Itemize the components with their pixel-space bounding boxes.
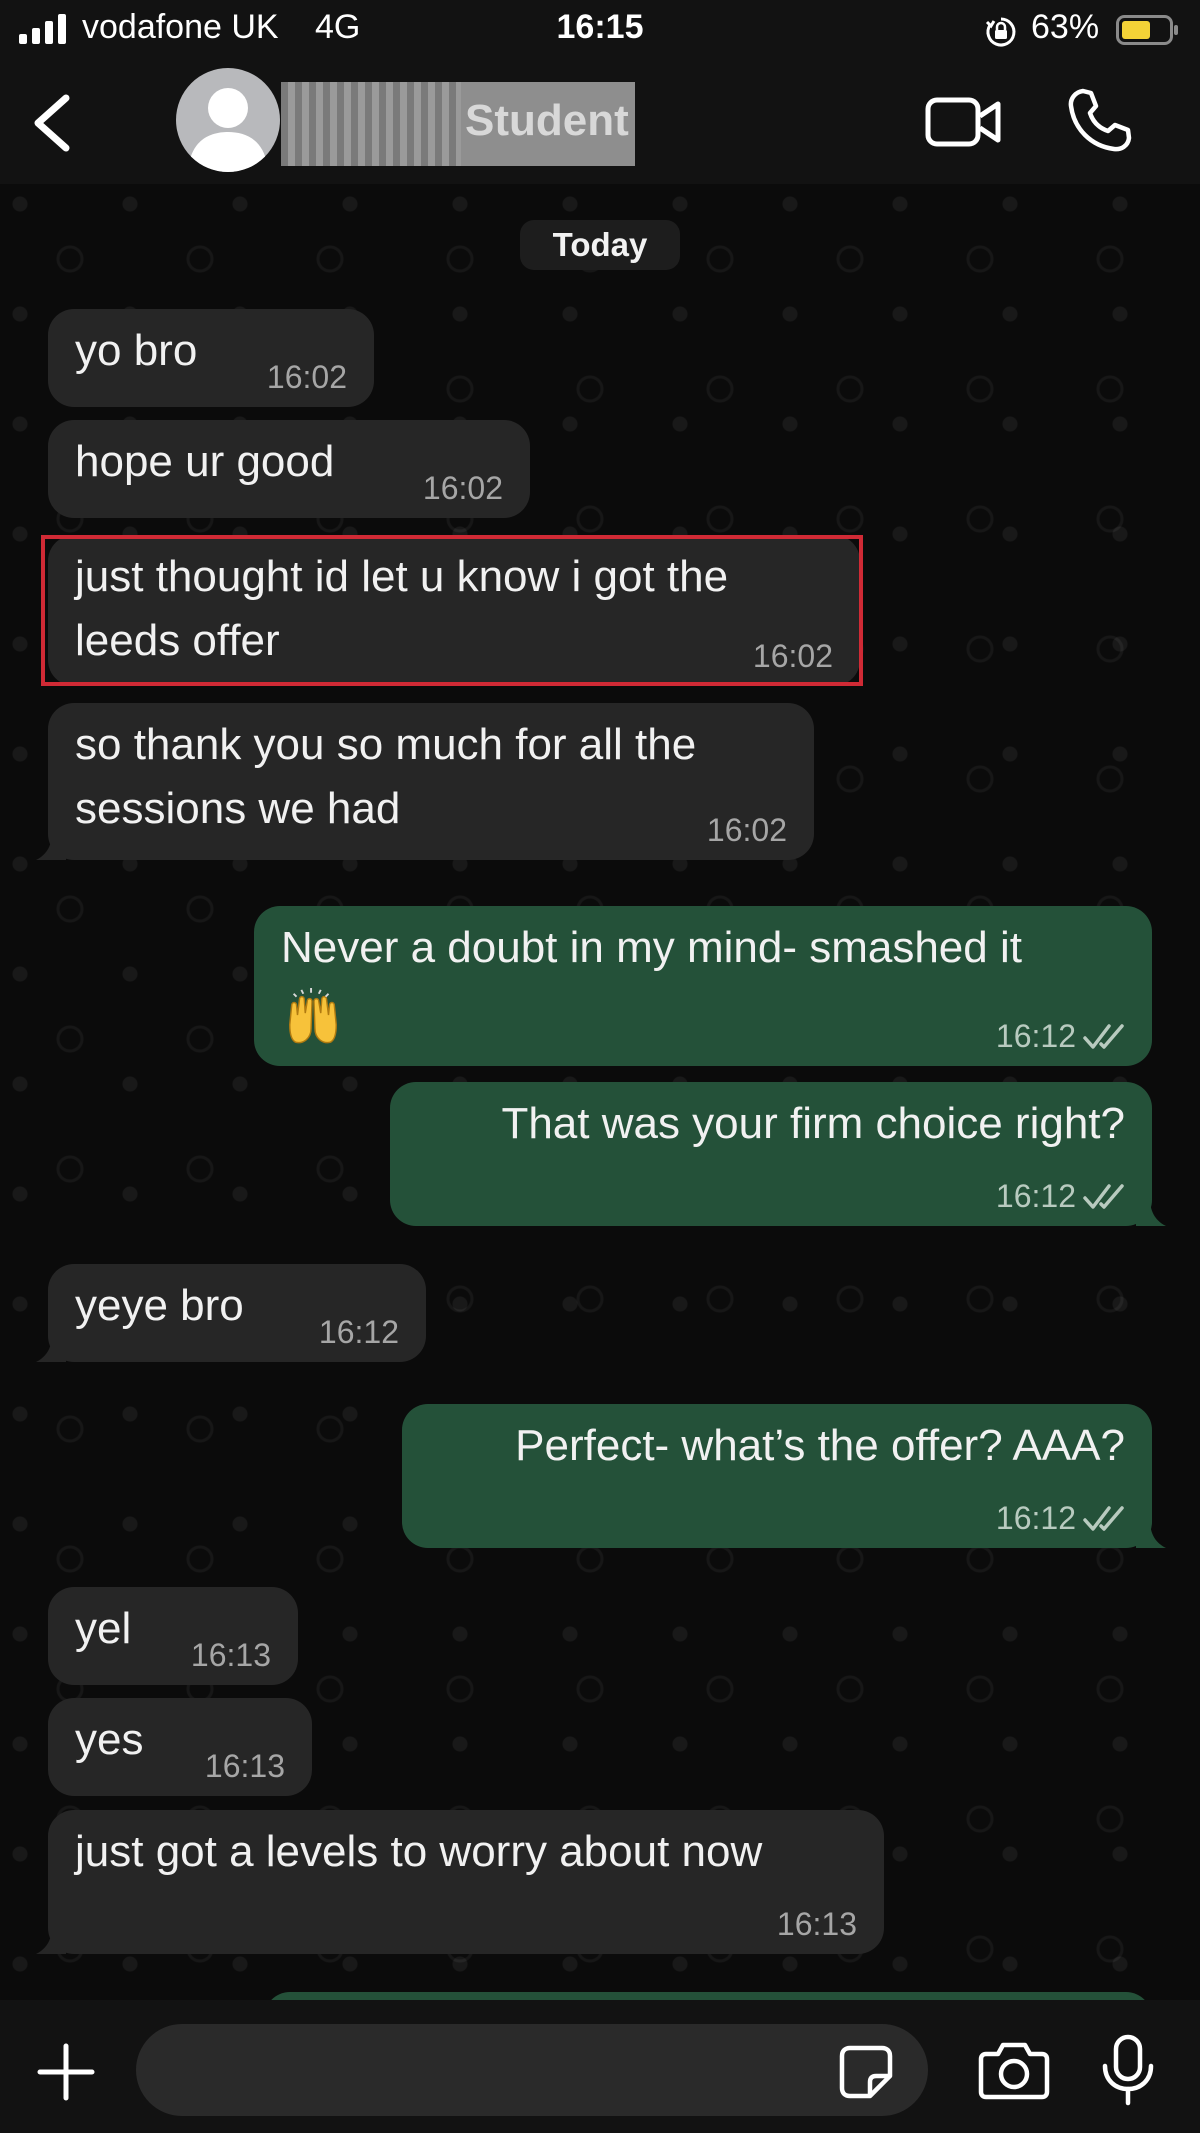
message-time: 16:02 [422,470,503,506]
chat-header: Student [0,60,1200,184]
composer-bar [0,2000,1200,2133]
message-time: 16:12 [995,1500,1076,1536]
status-bar: vodafone UK 4G 16:15 63% [0,0,1200,60]
message-text: yes [75,1715,144,1764]
outgoing-message[interactable]: That was your firm choice right? 16:12 [390,1082,1166,1226]
incoming-message[interactable]: yeye bro 16:12 [36,1264,426,1362]
video-call-button[interactable] [925,94,1001,150]
contact-name: Student [465,96,629,145]
message-input[interactable] [136,2024,928,2116]
message-time: 16:12 [995,1018,1076,1054]
battery-percentage: 63% [1031,8,1100,46]
microphone-button[interactable] [1100,2034,1156,2106]
message-text: Never a doubt in my mind- smashed it [281,923,1022,972]
message-time: 16:13 [204,1748,285,1784]
battery-icon [1116,15,1178,45]
message-text: hope ur good [75,437,335,486]
double-check-icon [1083,1506,1124,1531]
message-time: 16:02 [706,812,787,848]
message-time: 16:12 [995,1178,1076,1214]
back-button[interactable] [22,90,86,156]
incoming-message[interactable]: just got a levels to worry about now 16:… [36,1810,884,1954]
incoming-message[interactable]: yo bro 16:02 [48,309,374,407]
contact-avatar[interactable] [176,68,280,172]
message-time: 16:12 [318,1314,399,1350]
rotation-lock-icon [985,17,1016,47]
double-check-icon [1083,1024,1124,1049]
incoming-message[interactable]: yel 16:13 [48,1587,298,1685]
message-text: just thought id let u know i got the lee… [75,552,729,665]
message-time: 16:02 [266,359,347,395]
bubble-tail [1136,1198,1166,1226]
redacted-name [281,82,461,166]
status-time: 16:15 [556,8,644,46]
raising-hands-icon [289,987,337,1044]
message-text: yo bro [75,326,198,375]
bubble-tail [36,832,66,860]
attach-button[interactable] [36,2042,96,2102]
message-text: so thank you so much for all the session… [75,720,697,833]
message-time: 16:13 [776,1906,857,1942]
message-text: yeye bro [75,1281,244,1330]
outgoing-message-partial[interactable] [264,1992,1152,2000]
contact-name-area[interactable]: Student [281,82,635,166]
incoming-message[interactable]: just thought id let u know i got the lee… [48,535,860,686]
voice-call-button[interactable] [1066,86,1134,154]
chat-area[interactable]: Today yo bro 16:02 hope ur good 16:02 ju… [0,184,1200,2000]
outgoing-message[interactable]: Perfect- what’s the offer? AAA? 16:12 [402,1404,1166,1548]
message-time: 16:13 [190,1637,271,1673]
person-icon [188,88,268,172]
incoming-message[interactable]: hope ur good 16:02 [48,420,530,518]
date-separator: Today [520,220,680,270]
message-text: That was your firm choice right? [501,1099,1125,1148]
message-text: Perfect- what’s the offer? AAA? [515,1421,1125,1470]
incoming-message[interactable]: so thank you so much for all the session… [36,703,814,860]
message-text: yel [75,1604,132,1653]
message-text: just got a levels to worry about now [75,1827,763,1876]
camera-button[interactable] [978,2040,1050,2100]
message-time: 16:02 [752,638,833,674]
sticker-button[interactable] [838,2044,894,2100]
incoming-message[interactable]: yes 16:13 [48,1698,312,1796]
bubble-tail [36,1926,66,1954]
double-check-icon [1083,1184,1124,1209]
bubble-tail [1136,1520,1166,1548]
bubble-tail [36,1334,66,1362]
outgoing-message[interactable]: Never a doubt in my mind- smashed it 16:… [254,906,1152,1066]
